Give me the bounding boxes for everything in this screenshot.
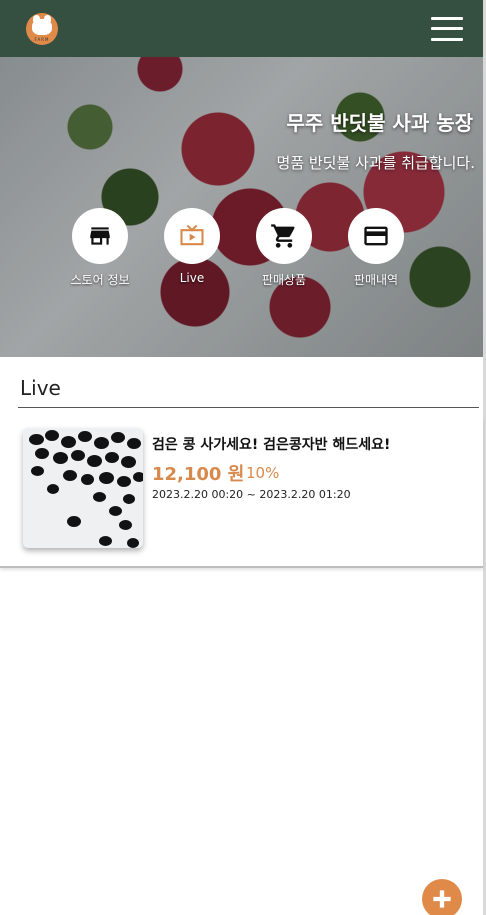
hamburger-menu-icon[interactable] (431, 16, 463, 41)
live-tv-icon (180, 224, 204, 246)
section-divider (18, 407, 479, 408)
live-section-title: Live (20, 376, 61, 400)
quick-link-label: 판매내역 (353, 273, 399, 287)
logo-text: FARM (34, 36, 50, 42)
store-title: 무주 반딧불 사과 농장 (286, 111, 474, 135)
logo-mascot-icon (32, 14, 52, 35)
credit-card-icon (364, 226, 388, 246)
quick-links: 스토어 정보 Live 판매상품 판매내역 (70, 208, 404, 288)
top-bar: FARM (0, 0, 483, 57)
add-button[interactable] (422, 879, 462, 915)
farm-logo[interactable]: FARM (26, 12, 58, 45)
live-item-price: 12,100 원 (152, 464, 245, 485)
quick-link-products[interactable]: 판매상품 (256, 208, 312, 288)
plus-icon (433, 890, 451, 908)
live-item-time: 2023.2.20 00:20 ~ 2023.2.20 01:20 (152, 488, 351, 501)
quick-link-store-info[interactable]: 스토어 정보 (70, 208, 130, 288)
quick-link-live[interactable]: Live (164, 208, 220, 288)
quick-link-sales-history[interactable]: 판매내역 (348, 208, 404, 288)
quick-link-label: 스토어 정보 (70, 273, 130, 287)
hero-banner: 무주 반딧불 사과 농장 명품 반딧불 사과를 취급합니다. 스토어 정보 Li… (0, 57, 483, 357)
shopping-cart-icon (271, 224, 295, 248)
live-item-discount: 10% (246, 464, 280, 482)
quick-link-label: Live (179, 271, 205, 285)
store-subtitle: 명품 반딧불 사과를 취급합니다. (276, 154, 475, 172)
quick-link-label: 판매상품 (261, 273, 307, 287)
store-icon (90, 227, 110, 245)
live-item-thumbnail (23, 428, 143, 548)
live-item-title: 검은 콩 사가세요! 검은콩자반 해드세요! (152, 437, 391, 453)
live-item-card[interactable]: 검은 콩 사가세요! 검은콩자반 해드세요! 12,100 원 10% 2023… (0, 418, 483, 568)
app-screen: FARM 무주 반딧불 사과 농장 명품 반딧불 사과를 취급합니다. 스토어 … (0, 0, 486, 915)
